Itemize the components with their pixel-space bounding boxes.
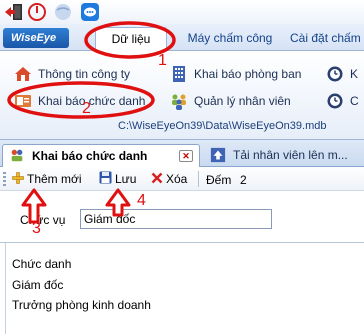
globe-icon[interactable]	[53, 2, 73, 22]
edit-form: Chức vụ	[0, 191, 364, 242]
annotation-number: 3	[32, 220, 41, 237]
chat-icon[interactable]	[80, 2, 100, 22]
save-button[interactable]: Lưu	[99, 170, 136, 188]
ribbon-item-c[interactable]: C	[326, 91, 359, 111]
delete-x-icon	[151, 172, 163, 187]
action-toolbar: Thêm mới Lưu Xóa Đếm 2	[0, 167, 364, 191]
count-label: Đếm	[206, 173, 232, 187]
power-icon[interactable]	[27, 2, 47, 22]
upload-icon	[210, 147, 228, 165]
add-new-button[interactable]: Thêm mới	[12, 170, 82, 188]
clock-icon	[326, 92, 344, 110]
floppy-icon	[99, 171, 112, 187]
plus-icon	[12, 171, 24, 187]
position-label: Chức vụ	[20, 213, 66, 227]
add-new-label: Thêm mới	[27, 172, 82, 186]
job-title-list: Chức danh Giám đốc Trưởng phòng kinh doa…	[0, 242, 364, 334]
list-header[interactable]: Chức danh	[12, 257, 71, 271]
doctab-job-title-label: Khai báo chức danh	[32, 148, 148, 163]
ribbon-department[interactable]: Khai báo phòng ban	[170, 64, 301, 84]
ribbon-employees-label: Quản lý nhân viên	[194, 94, 291, 108]
delete-button[interactable]: Xóa	[151, 170, 187, 188]
save-label: Lưu	[115, 172, 137, 186]
list-item[interactable]: Giám đốc	[12, 278, 63, 292]
doctab-upload-employees-label: Tải nhân viên lên m...	[233, 148, 348, 162]
building-icon	[170, 65, 188, 83]
exit-icon[interactable]	[4, 2, 24, 22]
doctab-upload-employees[interactable]: Tải nhân viên lên m...	[204, 144, 364, 167]
ribbon-item-k[interactable]: K	[326, 64, 358, 84]
annotation-number: 4	[137, 192, 146, 209]
ribbon-department-label: Khai báo phòng ban	[194, 67, 302, 81]
title-card-icon	[9, 147, 27, 165]
toolbar-grip[interactable]	[3, 172, 6, 186]
delete-label: Xóa	[166, 172, 188, 186]
ribbon-panel: Thông tin công ty Khai báo chức danh Kha…	[0, 51, 364, 140]
count-value: 2	[240, 173, 247, 187]
tab-cai-dat-cham[interactable]: Cài đặt chấm	[286, 27, 364, 51]
people-icon	[170, 92, 188, 110]
home-icon	[14, 65, 32, 83]
position-input[interactable]	[80, 209, 272, 229]
ribbon-item-k-label: K	[350, 67, 359, 81]
tab-may-cham-cong[interactable]: Máy chấm công	[175, 27, 285, 51]
annotation-number: 1	[158, 52, 167, 69]
title-card-icon	[14, 92, 32, 110]
close-icon[interactable]: ✕	[179, 150, 193, 162]
ribbon-company-info-label: Thông tin công ty	[38, 67, 131, 81]
document-tab-bar: Khai báo chức danh ✕ Tải nhân viên lên m…	[0, 140, 364, 167]
quick-access-toolbar	[0, 0, 364, 24]
ribbon-employees[interactable]: Quản lý nhân viên	[170, 91, 291, 111]
database-path: C:\WiseEyeOn39\Data\WiseEyeOn39.mdb	[118, 120, 327, 132]
doctab-job-title[interactable]: Khai báo chức danh ✕	[2, 144, 200, 167]
tab-du-lieu[interactable]: Dữ liệu	[95, 27, 167, 51]
annotation-number: 2	[82, 100, 91, 117]
ribbon-company-info[interactable]: Thông tin công ty	[14, 64, 130, 84]
app-menu-button[interactable]: WiseEye	[3, 28, 69, 48]
ribbon-item-c-label: C	[350, 94, 359, 108]
list-border	[5, 243, 6, 334]
app-window: WiseEye Dữ liệu Máy chấm công Cài đặt ch…	[0, 0, 364, 334]
ribbon-tab-bar: WiseEye Dữ liệu Máy chấm công Cài đặt ch…	[0, 24, 364, 51]
toolbar-separator	[198, 171, 199, 187]
ribbon-job-title[interactable]: Khai báo chức danh	[14, 91, 145, 111]
list-item[interactable]: Trưởng phòng kinh doanh	[12, 298, 151, 312]
clock-icon	[326, 65, 344, 83]
ribbon-job-title-label: Khai báo chức danh	[38, 94, 146, 108]
